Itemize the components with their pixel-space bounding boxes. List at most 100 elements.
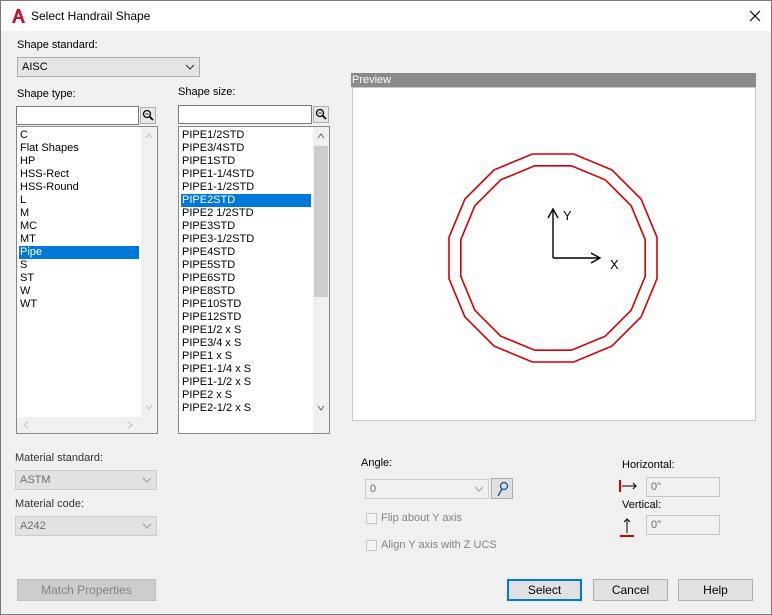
- shape-size-search-input[interactable]: [178, 105, 312, 124]
- horizontal-offset-input[interactable]: 0": [646, 477, 720, 497]
- material-code-value: A242: [20, 520, 46, 532]
- help-button[interactable]: Help: [678, 579, 753, 601]
- shape-standard-select[interactable]: AISC: [17, 57, 200, 77]
- select-button[interactable]: Select: [507, 579, 582, 601]
- window-title: Select Handrail Shape: [31, 9, 151, 23]
- shape-size-list-item[interactable]: PIPE3/4 x S: [181, 337, 311, 350]
- shape-size-list-item[interactable]: PIPE1-1/2 x S: [181, 376, 311, 389]
- dialog-window: Select Handrail Shape Shape standard: AI…: [0, 0, 772, 615]
- scroll-left-icon[interactable]: [21, 420, 31, 430]
- shape-type-list[interactable]: C Flat Shapes HP HSS-Rect HSS-Round L M MC MT Pip…: [16, 126, 158, 434]
- shape-size-list-item[interactable]: PIPE8STD: [181, 285, 311, 298]
- shape-size-list-item[interactable]: PIPE1/2STD: [181, 129, 311, 142]
- shape-size-list-item[interactable]: PIPE5STD: [181, 259, 311, 272]
- shape-type-vertical-scrollbar[interactable]: [141, 127, 157, 417]
- shape-type-list-item[interactable]: C: [19, 129, 139, 142]
- vertical-label: Vertical:: [622, 499, 662, 511]
- close-icon[interactable]: [743, 5, 767, 27]
- shape-type-list-item[interactable]: HSS-Rect: [19, 168, 139, 181]
- shape-size-list-item[interactable]: PIPE3STD: [181, 220, 311, 233]
- horizontal-label: Horizontal:: [622, 459, 675, 471]
- shape-size-list-item[interactable]: PIPE1-1/4STD: [181, 168, 311, 181]
- horizontal-offset-value: 0": [651, 481, 662, 493]
- shape-size-list-item[interactable]: PIPE6STD: [181, 272, 311, 285]
- chevron-down-icon: [474, 486, 484, 492]
- y-axis-label: Y: [563, 208, 572, 223]
- chevron-down-icon: [142, 477, 152, 483]
- align-y-checkbox[interactable]: [366, 540, 377, 551]
- shape-size-list-item[interactable]: PIPE2-1/2 x S: [181, 402, 311, 415]
- shape-type-list-item[interactable]: MC: [19, 220, 139, 233]
- shape-standard-value: AISC: [22, 61, 48, 73]
- material-standard-select[interactable]: ASTM: [15, 470, 157, 490]
- shape-type-label: Shape type:: [17, 88, 76, 100]
- search-icon: [142, 109, 154, 121]
- preview-canvas: Y X: [352, 87, 756, 421]
- shape-size-search-button[interactable]: [313, 106, 329, 123]
- flip-y-label: Flip about Y axis: [381, 512, 462, 524]
- shape-type-list-item[interactable]: M: [19, 207, 139, 220]
- shape-size-list-item[interactable]: PIPE1STD: [181, 155, 311, 168]
- scroll-up-icon[interactable]: [316, 131, 326, 141]
- scroll-down-icon[interactable]: [144, 402, 154, 412]
- shape-type-list-item[interactable]: HP: [19, 155, 139, 168]
- pick-point-icon: [497, 481, 509, 497]
- shape-type-search-input[interactable]: [16, 106, 139, 125]
- shape-type-list-item[interactable]: HSS-Round: [19, 181, 139, 194]
- shape-standard-label: Shape standard:: [17, 39, 98, 51]
- shape-size-list-item[interactable]: PIPE2 1/2STD: [181, 207, 311, 220]
- shape-size-vertical-scrollbar[interactable]: [313, 127, 329, 433]
- shape-size-list[interactable]: PIPE1/2STD PIPE3/4STD PIPE1STD PIPE1-1/4STD…: [178, 126, 330, 434]
- shape-type-list-item[interactable]: W: [19, 285, 139, 298]
- pipe-preview-drawing: Y X: [448, 153, 658, 363]
- vertical-offset-icon: [620, 518, 634, 537]
- shape-size-list-item[interactable]: PIPE3/4STD: [181, 142, 311, 155]
- vertical-offset-input[interactable]: 0": [646, 515, 720, 535]
- preview-header: Preview: [351, 73, 756, 87]
- shape-type-list-item[interactable]: WT: [19, 298, 139, 311]
- shape-type-search-button[interactable]: [140, 107, 156, 124]
- align-y-label: Align Y axis with Z UCS: [381, 539, 497, 551]
- shape-size-list-item[interactable]: PIPE1-1/2STD: [181, 181, 311, 194]
- shape-type-list-item[interactable]: Flat Shapes: [19, 142, 139, 155]
- x-axis-label: X: [610, 257, 619, 272]
- shape-size-list-item[interactable]: PIPE1 x S: [181, 350, 311, 363]
- angle-label: Angle:: [361, 457, 393, 469]
- search-icon: [315, 108, 327, 120]
- chevron-down-icon: [185, 64, 195, 70]
- horizontal-offset-icon: [619, 480, 637, 492]
- shape-size-label: Shape size:: [178, 86, 236, 98]
- shape-size-list-item[interactable]: PIPE2 x S: [181, 389, 311, 402]
- shape-type-list-item[interactable]: S: [19, 259, 139, 272]
- scroll-down-icon[interactable]: [316, 403, 326, 413]
- chevron-down-icon: [142, 523, 152, 529]
- cancel-button[interactable]: Cancel: [593, 579, 668, 601]
- shape-size-list-item[interactable]: PIPE1/2 x S: [181, 324, 311, 337]
- shape-type-horizontal-scrollbar[interactable]: [17, 417, 157, 433]
- material-standard-label: Material standard:: [15, 452, 104, 464]
- scroll-up-icon[interactable]: [144, 131, 154, 141]
- shape-type-list-item[interactable]: L: [19, 194, 139, 207]
- pick-angle-button[interactable]: [491, 478, 513, 499]
- material-standard-value: ASTM: [20, 474, 51, 486]
- shape-size-list-item[interactable]: PIPE1-1/4 x S: [181, 363, 311, 376]
- match-properties-button[interactable]: Match Properties: [17, 579, 156, 601]
- flip-y-checkbox[interactable]: [366, 513, 377, 524]
- shape-type-list-item[interactable]: MT: [19, 233, 139, 246]
- angle-select[interactable]: 0: [365, 479, 489, 499]
- scroll-right-icon[interactable]: [125, 420, 135, 430]
- shape-size-list-item[interactable]: PIPE2STD: [181, 194, 311, 207]
- shape-size-list-item[interactable]: PIPE12STD: [181, 311, 311, 324]
- material-code-select[interactable]: A242: [15, 516, 157, 536]
- autocad-logo-icon: [12, 9, 25, 23]
- vertical-offset-value: 0": [651, 519, 662, 531]
- shape-size-list-item[interactable]: PIPE3-1/2STD: [181, 233, 311, 246]
- shape-size-list-item[interactable]: PIPE4STD: [181, 246, 311, 259]
- shape-size-list-item[interactable]: PIPE10STD: [181, 298, 311, 311]
- scroll-thumb[interactable]: [314, 146, 328, 297]
- angle-value: 0: [370, 483, 377, 495]
- title-bar: Select Handrail Shape: [1, 1, 771, 31]
- shape-type-list-item[interactable]: ST: [19, 272, 139, 285]
- material-code-label: Material code:: [15, 498, 85, 510]
- shape-type-list-item[interactable]: Pipe: [19, 246, 139, 259]
